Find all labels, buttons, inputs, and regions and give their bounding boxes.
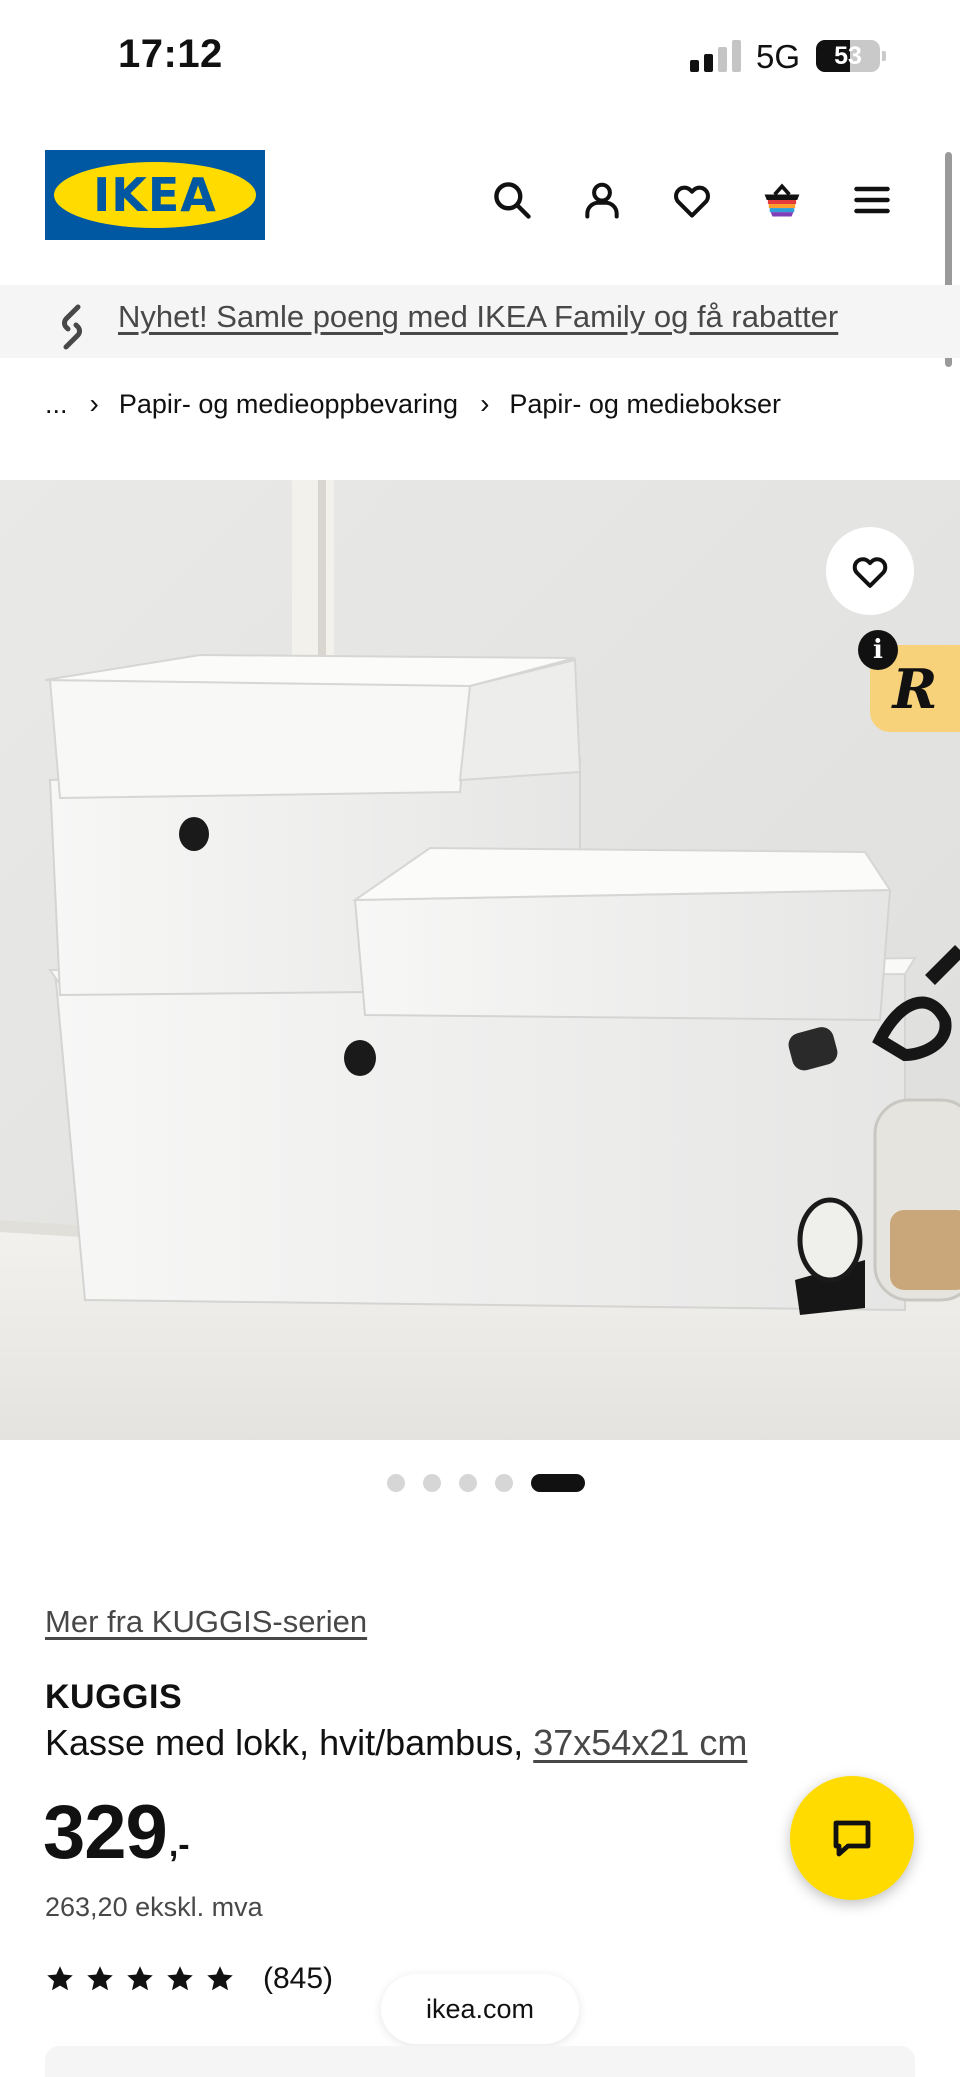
product-size-link[interactable]: 37x54x21 cm — [533, 1722, 747, 1763]
pagination-dot-active[interactable] — [531, 1474, 585, 1492]
product-name: KUGGIS — [45, 1678, 183, 1716]
signal-icon — [690, 40, 742, 72]
chat-icon — [833, 1820, 871, 1857]
star-icon — [87, 1966, 113, 1991]
rating-stars — [45, 1964, 235, 1994]
product-photo — [0, 480, 960, 1440]
search-icon[interactable] — [482, 170, 542, 230]
series-link[interactable]: Mer fra KUGGIS-serien — [45, 1604, 367, 1640]
product-price: 329 ,- — [43, 1795, 190, 1871]
star-icon — [167, 1966, 193, 1991]
family-banner-link[interactable]: Nyhet! Samle poeng med IKEA Family og få… — [118, 299, 838, 335]
image-pagination — [0, 1474, 960, 1492]
star-icon — [207, 1966, 233, 1991]
breadcrumb: ... › Papir- og medieoppbevaring › Papir… — [45, 388, 781, 420]
price-amount: 329 — [43, 1790, 168, 1875]
battery-nub — [882, 51, 886, 61]
status-time: 17:12 — [118, 32, 223, 76]
breadcrumb-ellipsis[interactable]: ... — [45, 389, 68, 420]
product-rating[interactable]: (845) — [45, 1962, 333, 1996]
heart-icon[interactable] — [662, 170, 722, 230]
family-banner[interactable]: Nyhet! Samle poeng med IKEA Family og få… — [0, 285, 960, 358]
product-description: Kasse med lokk, hvit/bambus, 37x54x21 cm — [45, 1722, 747, 1764]
account-icon[interactable] — [572, 170, 632, 230]
menu-icon[interactable] — [842, 170, 902, 230]
site-header: IKEA — [0, 115, 960, 285]
price-ex-vat: 263,20 ekskl. mva — [45, 1892, 263, 1922]
add-to-favourites-button[interactable] — [826, 527, 914, 615]
price-suffix: ,- — [168, 1826, 190, 1864]
breadcrumb-item-paper-media-boxes[interactable]: Papir- og mediebokser — [509, 389, 781, 420]
product-image[interactable] — [0, 480, 960, 1440]
pagination-dot[interactable] — [495, 1474, 513, 1492]
ikea-logo[interactable]: IKEA — [45, 150, 265, 240]
heart-icon — [852, 557, 888, 588]
logo-text: IKEA — [93, 168, 217, 222]
info-icon[interactable]: i — [858, 630, 898, 670]
battery-icon: 53 — [816, 40, 880, 72]
rating-count[interactable]: (845) — [263, 1962, 333, 1996]
browser-url-bar[interactable]: ikea.com — [381, 1974, 579, 2044]
family-link-icon — [52, 301, 92, 353]
chat-button[interactable] — [790, 1776, 914, 1900]
network-type: 5G — [756, 38, 801, 75]
product-description-text: Kasse med lokk, hvit/bambus, — [45, 1722, 524, 1763]
status-bar: 17:12 5G 53 — [0, 0, 960, 115]
star-icon — [127, 1966, 153, 1991]
breadcrumb-item-paper-media-storage[interactable]: Papir- og medieoppbevaring — [119, 389, 458, 420]
battery-level: 53 — [834, 42, 862, 70]
pagination-dot[interactable] — [387, 1474, 405, 1492]
star-icon — [47, 1966, 73, 1991]
chevron-right-icon: › — [89, 388, 99, 419]
badge-logo: R — [892, 656, 938, 721]
basket-icon[interactable] — [752, 170, 812, 230]
chevron-right-icon: › — [480, 388, 490, 419]
bottom-card — [45, 2046, 915, 2077]
pagination-dot[interactable] — [459, 1474, 477, 1492]
pagination-dot[interactable] — [423, 1474, 441, 1492]
